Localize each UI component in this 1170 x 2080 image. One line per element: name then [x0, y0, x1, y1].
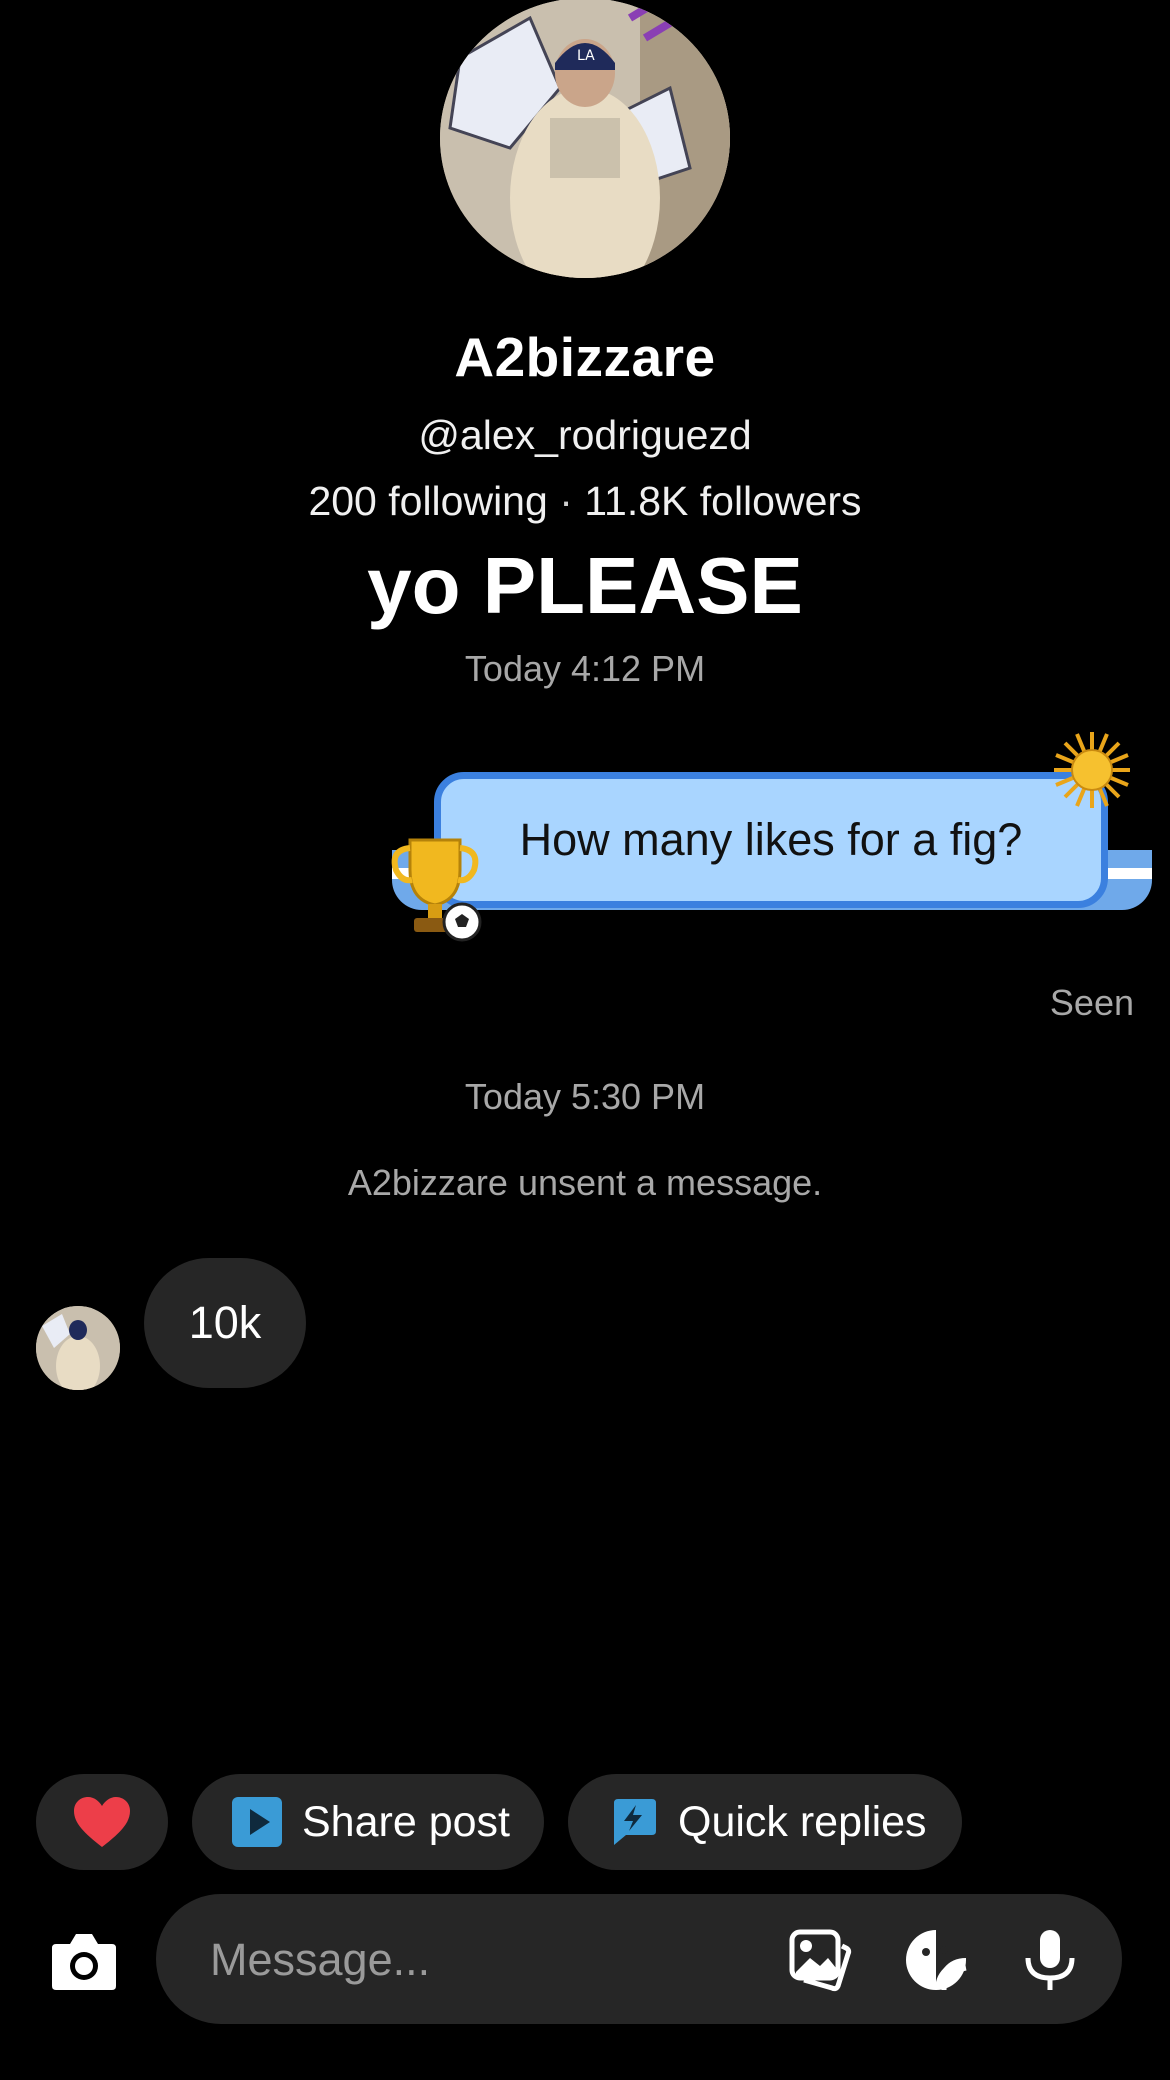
- outgoing-message[interactable]: How many likes for a fig?: [362, 730, 1152, 970]
- share-post-button[interactable]: Share post: [192, 1774, 544, 1870]
- trophy-icon: [391, 838, 482, 942]
- message-bubble[interactable]: How many likes for a fig?: [434, 772, 1108, 908]
- heart-icon: [74, 1797, 130, 1847]
- profile-avatar[interactable]: LA: [440, 0, 730, 278]
- incoming-message[interactable]: 10k: [144, 1258, 306, 1388]
- heart-reaction-button[interactable]: [36, 1774, 168, 1870]
- quick-replies-icon: [614, 1799, 656, 1845]
- profile-handle: @alex_rodriguezd: [418, 412, 752, 458]
- share-post-icon: [232, 1797, 282, 1847]
- message-input[interactable]: [208, 1924, 692, 1996]
- camera-icon[interactable]: [50, 1930, 118, 1992]
- sticker-icon[interactable]: [904, 1928, 968, 1992]
- svg-text:LA: LA: [577, 48, 595, 64]
- sender-photo: [36, 1306, 120, 1390]
- unsent-notice: A2bizzare unsent a message.: [347, 1162, 823, 1203]
- microphone-icon[interactable]: [1018, 1928, 1082, 1992]
- profile-stats: 200 following · 11.8K followers: [0, 478, 1170, 525]
- quick-replies-label: Quick replies: [678, 1797, 927, 1846]
- followers-count: 11.8K followers: [584, 478, 862, 524]
- profile-note: yo PLEASE: [367, 541, 803, 630]
- following-count: 200 following: [308, 478, 548, 524]
- share-post-label: Share post: [302, 1797, 510, 1846]
- timestamp: Today 4:12 PM: [464, 648, 706, 689]
- gallery-icon[interactable]: [788, 1928, 852, 1992]
- sender-avatar[interactable]: [36, 1306, 120, 1390]
- profile-name[interactable]: A2bizzare: [0, 325, 1170, 389]
- stats-separator: ·: [559, 478, 573, 524]
- sun-icon: [1054, 732, 1130, 808]
- message-composer[interactable]: [156, 1894, 1122, 2024]
- profile-photo: LA: [440, 0, 730, 278]
- seen-status: Seen: [1049, 982, 1134, 1023]
- timestamp: Today 5:30 PM: [464, 1076, 706, 1117]
- quick-replies-button[interactable]: Quick replies: [568, 1774, 962, 1870]
